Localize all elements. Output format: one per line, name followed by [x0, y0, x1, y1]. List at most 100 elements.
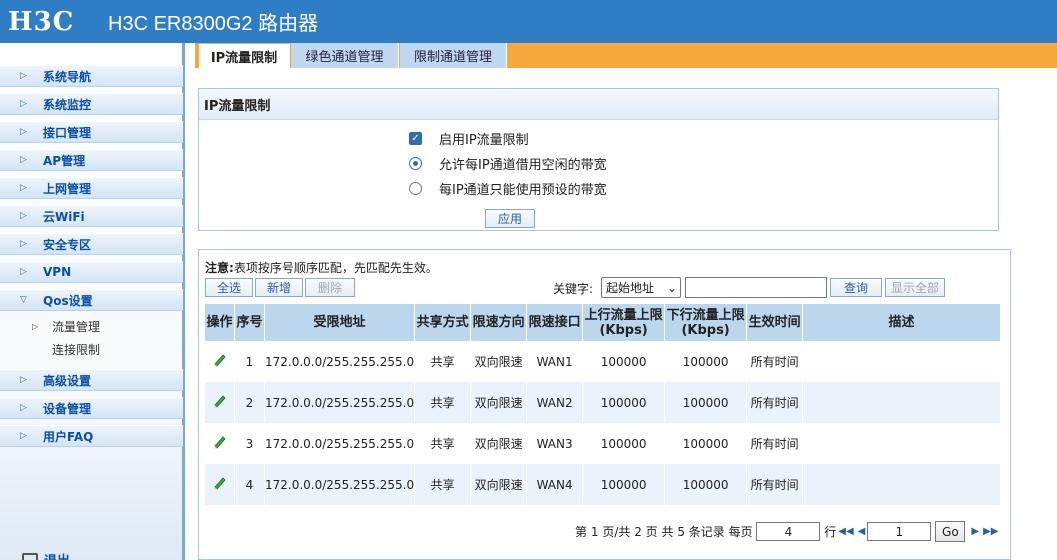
sidebar-item-label: 系统导航 [43, 69, 92, 84]
sidebar-item-label: 接口管理 [43, 125, 92, 140]
borrow-label: 允许每IP通道借用空闲的带宽 [439, 158, 607, 173]
cell-up: 100000 [583, 382, 666, 423]
rules-table: 操作 序号 受限地址 共享方式 限速方向 限速接口 上行流量上限 (Kbps) … [205, 304, 1001, 505]
sidebar-item-label: 上网管理 [43, 181, 92, 196]
cell-down: 100000 [665, 382, 748, 423]
select-all-button[interactable]: 全选 [205, 278, 253, 297]
cell-iface: WAN3 [527, 423, 584, 464]
arrow-right-icon: ▷ [20, 211, 27, 221]
delete-button[interactable]: 删除 [305, 278, 355, 297]
col-header-iface: 限速接口 [527, 304, 584, 341]
edit-pencil-icon[interactable] [212, 475, 228, 491]
col-header-index: 序号 [235, 304, 265, 341]
arrow-right-icon: ▷ [20, 403, 27, 413]
pager-text: 行 [824, 525, 837, 539]
sidebar-item-label: Qos设置 [43, 293, 93, 308]
cell-share: 共享 [415, 464, 472, 505]
sidebar-item-faq[interactable]: ▷ 用户FAQ [0, 425, 183, 447]
cell-share: 共享 [415, 423, 472, 464]
arrow-right-icon: ▷ [20, 375, 27, 385]
rule-list-panel: 注意:表项按序号顺序匹配，先匹配先生效。 全选 新增 删除 关键字: 起始地址 … [198, 249, 1011, 560]
tab-limit-channel[interactable]: 限制通道管理 [400, 43, 507, 68]
prev-page-icon[interactable]: ◀ [858, 526, 866, 537]
sidebar-item-system-nav[interactable]: ▷ 系统导航 [0, 65, 183, 87]
sidebar-item-label: 用户FAQ [43, 429, 94, 444]
edit-pencil-icon[interactable] [212, 393, 228, 409]
sidebar-subitem-label: 连接限制 [52, 342, 101, 357]
sidebar-item-internet[interactable]: ▷ 上网管理 [0, 177, 183, 199]
goto-page-input[interactable]: 1 [867, 522, 932, 541]
logout-link[interactable]: 退出 [22, 550, 70, 560]
sidebar-item-ap[interactable]: ▷ AP管理 [0, 149, 183, 171]
add-button[interactable]: 新增 [255, 278, 303, 297]
cell-address: 172.0.0.0/255.255.255.0 [265, 382, 416, 423]
cell-up: 100000 [583, 423, 666, 464]
cell-direction: 双向限速 [471, 423, 528, 464]
edit-cell [205, 423, 235, 464]
sidebar-item-advanced[interactable]: ▷ 高级设置 [0, 369, 183, 391]
cell-up: 100000 [583, 341, 666, 382]
chevron-down-icon: ⌄ [666, 280, 677, 295]
search-button[interactable]: 查询 [830, 278, 882, 297]
apply-button[interactable]: 应用 [485, 209, 535, 228]
keyword-label: 关键字: [553, 282, 594, 296]
show-all-button[interactable]: 显示全部 [885, 278, 945, 297]
col-header-down: 下行流量上限 (Kbps) [665, 304, 748, 341]
sidebar-item-device[interactable]: ▷ 设备管理 [0, 397, 183, 419]
cell-iface: WAN4 [527, 464, 584, 505]
preset-radio[interactable] [409, 182, 422, 195]
sidebar-subitem-connlimit[interactable]: 连接限制 [0, 339, 183, 359]
sidebar-item-system-monitor[interactable]: ▷ 系统监控 [0, 93, 183, 115]
cell-desc [803, 382, 1001, 423]
enable-checkbox[interactable]: ✓ [409, 132, 422, 145]
pager-current-page: 1 [590, 524, 599, 539]
sidebar-item-cloud-wifi[interactable]: ▷ 云WiFi [0, 205, 183, 227]
last-page-icon[interactable]: ▶▶ [983, 526, 998, 537]
pager-total-pages: 2 [634, 524, 642, 539]
sidebar-item-label: 高级设置 [43, 373, 92, 388]
sidebar-item-label: VPN [43, 265, 72, 279]
logout-label: 退出 [44, 550, 70, 560]
first-page-icon[interactable]: ◀◀ [838, 526, 853, 537]
cell-iface: WAN1 [527, 341, 584, 382]
sidebar-item-security[interactable]: ▷ 安全专区 [0, 233, 183, 255]
tab-bar: IP流量限制 绿色通道管理 限制通道管理 [195, 43, 1057, 68]
sidebar-item-interface[interactable]: ▷ 接口管理 [0, 121, 183, 143]
per-page-input[interactable]: 4 [756, 522, 821, 541]
col-header-direction: 限速方向 [471, 304, 528, 341]
edit-pencil-icon[interactable] [212, 434, 228, 450]
cell-desc [803, 341, 1001, 382]
keyword-select[interactable]: 起始地址 ⌄ [601, 277, 681, 298]
sidebar-item-label: 系统监控 [43, 97, 92, 112]
table-row: 2 172.0.0.0/255.255.255.0 共享 双向限速 WAN2 1… [205, 382, 1001, 423]
keyword-input[interactable] [685, 277, 827, 298]
arrow-right-icon: ▷ [20, 71, 27, 81]
sidebar-subitem-traffic[interactable]: ▷ 流量管理 [0, 316, 183, 336]
sidebar-item-vpn[interactable]: ▷ VPN [0, 261, 183, 283]
next-page-icon[interactable]: ▶ [971, 526, 979, 537]
preset-option: 每IP通道只能使用预设的带宽 [409, 179, 607, 198]
cell-index: 4 [235, 464, 265, 505]
borrow-radio[interactable] [409, 157, 422, 170]
go-button[interactable]: Go [935, 521, 966, 542]
arrow-right-icon: ▷ [20, 239, 27, 249]
tab-ip-limit[interactable]: IP流量限制 [199, 43, 290, 68]
sidebar-item-label: 设备管理 [43, 401, 92, 416]
cell-time: 所有时间 [747, 464, 804, 505]
cell-up: 100000 [583, 464, 666, 505]
note-body: 表项按序号顺序匹配，先匹配先生效。 [233, 261, 438, 275]
arrow-right-icon: ▷ [20, 267, 27, 277]
keyword-select-value: 起始地址 [606, 281, 655, 295]
tab-green-channel[interactable]: 绿色通道管理 [291, 43, 399, 68]
sidebar-item-qos[interactable]: ▽ Qos设置 [0, 289, 183, 311]
sidebar: ▷ 系统导航 ▷ 系统监控 ▷ 接口管理 ▷ AP管理 ▷ 上网管理 ▷ 云Wi… [0, 43, 185, 560]
app-header: H3C H3C ER8300G2 路由器 [0, 0, 1057, 43]
cell-down: 100000 [665, 464, 748, 505]
cell-time: 所有时间 [747, 423, 804, 464]
col-header-up: 上行流量上限 (Kbps) [583, 304, 666, 341]
panel-title: IP流量限制 [199, 89, 998, 120]
col-header-share: 共享方式 [415, 304, 472, 341]
sidebar-item-label: AP管理 [43, 153, 86, 168]
edit-pencil-icon[interactable] [212, 352, 228, 368]
arrow-right-icon: ▷ [32, 321, 39, 331]
